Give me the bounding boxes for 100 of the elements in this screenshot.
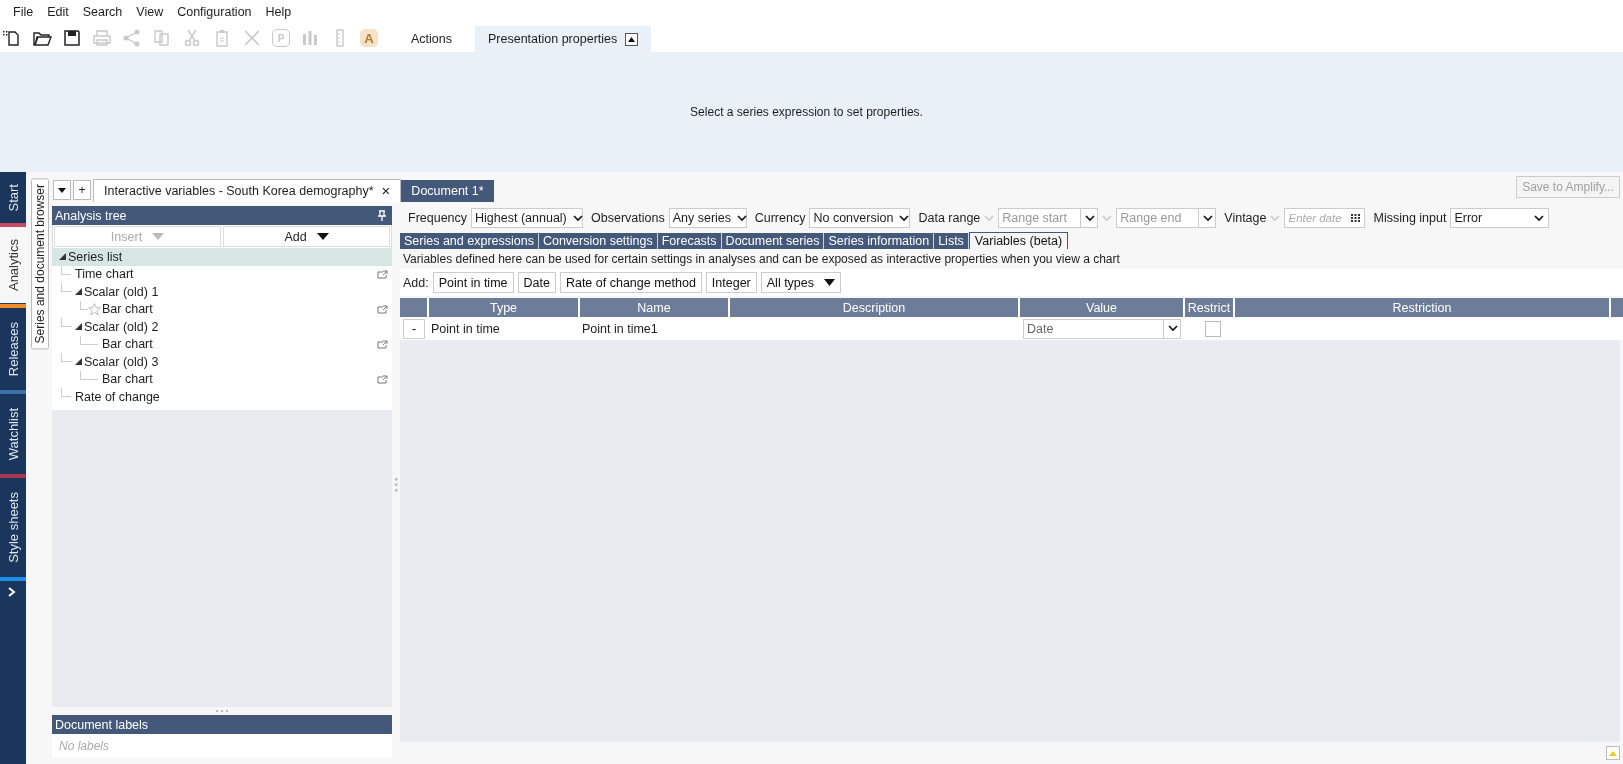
tree-item[interactable]: Bar chart (52, 335, 392, 353)
triangle-up-icon (628, 36, 636, 42)
dropdown[interactable]: Error (1450, 208, 1550, 228)
popout-icon[interactable] (377, 374, 388, 384)
tab[interactable]: Series and expressions (400, 233, 539, 249)
expanded-icon[interactable] (74, 358, 82, 366)
nav-tab[interactable]: Releases (0, 307, 26, 390)
menu-item[interactable]: Edit (40, 3, 76, 21)
menu-item[interactable]: Help (258, 3, 299, 21)
chevron-down-icon (1203, 214, 1214, 222)
popout-icon[interactable] (377, 339, 388, 349)
document-tab[interactable]: Document 1* (401, 180, 494, 202)
chevron-down-icon (1534, 214, 1545, 222)
chevron-down-icon (572, 214, 583, 222)
panel-title: Analysis tree (55, 208, 127, 223)
nav-tab[interactable]: Start (0, 172, 26, 224)
chevron-down-icon (899, 214, 910, 222)
tree-item[interactable]: Rate of change (52, 388, 392, 406)
nav-tab[interactable]: Analytics (0, 227, 26, 304)
tab-list-button[interactable] (53, 180, 71, 200)
collapse-button[interactable] (625, 32, 639, 46)
pin-icon[interactable] (378, 210, 386, 221)
chevron-down-icon (1102, 214, 1113, 222)
column-header: Restrict (1185, 298, 1235, 317)
caret-down-icon (58, 187, 66, 193)
calendar-grid-icon (1351, 214, 1361, 222)
close-button[interactable]: × (381, 184, 391, 198)
menu-item[interactable]: Search (75, 3, 130, 21)
header-filler (1611, 298, 1623, 317)
tree-item[interactable]: Bar chart (52, 300, 392, 318)
star-outline-icon[interactable] (88, 302, 101, 316)
side-tab[interactable]: Series and document browser (31, 178, 49, 350)
field-label: Missing input (1373, 211, 1447, 225)
caret-down-icon (824, 279, 836, 286)
table-cell-text: Point in time1 (581, 320, 659, 338)
new-tab-button[interactable]: + (73, 180, 91, 200)
tab[interactable]: Lists (934, 233, 969, 249)
nav-tab[interactable]: Style sheets (0, 477, 26, 577)
column-header: Type (429, 298, 580, 317)
tab[interactable]: Variables (beta) (968, 232, 1069, 249)
chevron-down-icon (1270, 214, 1281, 222)
column-header: Restriction (1235, 298, 1611, 317)
tree-item[interactable]: Time chart (52, 265, 392, 283)
dropdown[interactable]: No conversion (809, 208, 911, 228)
field-label: Data range (918, 211, 981, 225)
grip-icon[interactable] (394, 478, 398, 492)
dropdown[interactable]: Any series (668, 208, 747, 228)
panel-title: Document labels (55, 717, 149, 732)
toolbar-tab[interactable]: Actions (398, 26, 465, 52)
tree-item[interactable]: Scalar (old) 1 (52, 283, 392, 301)
column-header: Description (730, 298, 1020, 317)
menu-item[interactable]: File (6, 3, 41, 21)
empty-message: Select a series expression to set properties. (690, 105, 923, 119)
caret-down-icon (152, 233, 165, 240)
tree-item[interactable]: Series list (52, 248, 392, 266)
value-dropdown[interactable]: Date (1023, 318, 1181, 339)
add-label: Add: (403, 275, 429, 290)
tab[interactable]: Document series (721, 233, 825, 249)
add-variable-button[interactable]: Point in time (432, 272, 514, 293)
menu-item[interactable]: Configuration (170, 3, 259, 21)
remove-button[interactable]: - (403, 318, 425, 339)
menu-item[interactable]: View (129, 3, 171, 21)
tab[interactable]: Forecasts (657, 233, 722, 249)
add-variable-button[interactable]: Date (517, 272, 556, 293)
type-filter-dropdown[interactable]: All types (760, 272, 842, 293)
toolbar-tab[interactable]: Presentation properties (475, 26, 652, 52)
column-header: Name (580, 298, 730, 317)
add-variable-button[interactable]: Integer (705, 272, 757, 293)
chevron-right-icon[interactable] (8, 586, 16, 597)
chevron-down-icon (984, 214, 995, 222)
field-label: Observations (591, 211, 665, 225)
expanded-icon[interactable] (74, 288, 82, 296)
grip-icon[interactable] (216, 709, 228, 713)
nav-tab[interactable]: Watchlist (0, 393, 26, 474)
field-label: Frequency (408, 211, 468, 225)
tree-item[interactable]: Bar chart (52, 370, 392, 388)
dropdown[interactable]: Highest (annual) (471, 208, 584, 228)
popout-icon[interactable] (377, 269, 388, 279)
column-header: Value (1020, 298, 1185, 317)
field-label: Vintage (1224, 211, 1267, 225)
expanded-icon[interactable] (74, 323, 82, 331)
save-icon[interactable] (62, 28, 82, 48)
tab[interactable]: Series information (824, 233, 935, 249)
new-document-icon[interactable] (2, 28, 22, 48)
checkbox[interactable] (1205, 320, 1221, 337)
chevron-down-icon (737, 214, 748, 222)
expanded-icon[interactable] (58, 253, 66, 261)
tree-item[interactable]: Scalar (old) 3 (52, 353, 392, 371)
add-button[interactable]: Add (223, 226, 390, 247)
empty-message: No labels (52, 734, 392, 758)
document-tab[interactable]: Interactive variables - South Korea demography* × (93, 179, 402, 202)
caret-down-icon (316, 233, 329, 240)
popout-icon[interactable] (377, 304, 388, 314)
chevron-down-icon (1085, 214, 1096, 222)
tab[interactable]: Conversion settings (538, 233, 658, 249)
table-cell-text: Point in time (430, 320, 501, 338)
tree-item[interactable]: Scalar (old) 2 (52, 318, 392, 336)
chevron-down-icon (1168, 325, 1178, 332)
add-variable-button[interactable]: Rate of change method (559, 272, 702, 293)
field-label: Currency (754, 211, 806, 225)
